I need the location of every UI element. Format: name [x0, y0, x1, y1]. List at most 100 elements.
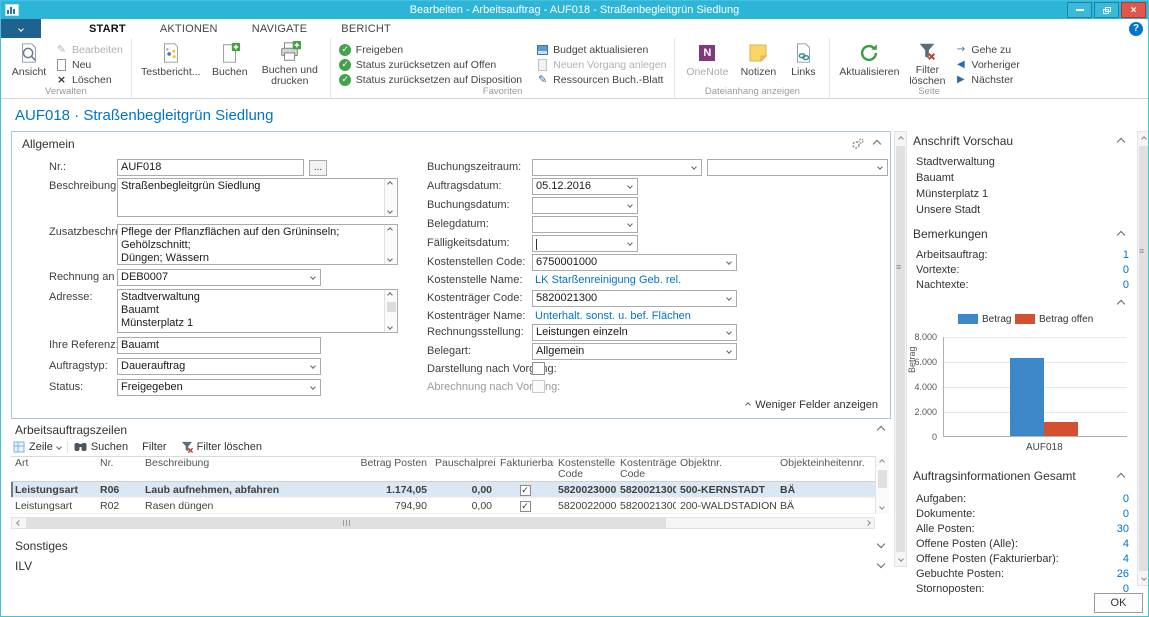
scrollbar-thumb[interactable] [1139, 146, 1148, 571]
factbox-bemerkungen-header[interactable]: Bemerkungen [913, 227, 988, 241]
collapse-auftragsinfo-icon[interactable] [1117, 473, 1125, 481]
fasttab-ilv-header[interactable]: ILV [15, 559, 32, 573]
belegdatum-select[interactable] [532, 216, 638, 233]
scroll-up-button[interactable] [895, 133, 906, 145]
buchungszeitraum-select-2[interactable] [707, 159, 888, 176]
tab-bericht[interactable]: BERICHT [341, 23, 391, 35]
help-icon[interactable]: ? [1129, 22, 1143, 36]
zeile-menu-button[interactable]: Zeile [13, 441, 61, 453]
gehe-zu-button[interactable]: →Gehe zu [954, 43, 1019, 56]
collapse-chart-icon[interactable] [1117, 300, 1125, 308]
adresse-scrollbar[interactable] [384, 290, 397, 332]
nr-assist-button[interactable]: ... [309, 160, 327, 176]
auftragstyp-select[interactable]: Dauerauftrag [117, 358, 321, 375]
col-header-pauschalpreis[interactable]: Pauschalpreis [431, 457, 496, 481]
neuen-vorgang-button[interactable]: Neuen Vorgang anlegen [536, 58, 666, 71]
kostentraeger-name-link[interactable]: Unterhalt. sonst. u. bef. Flächen [535, 310, 691, 322]
bearbeiten-button[interactable]: ✎Bearbeiten [55, 43, 123, 56]
kostenstellen-code-select[interactable]: 6750001000 [532, 254, 737, 271]
scroll-down-button[interactable] [1138, 572, 1149, 584]
tab-start[interactable]: START [89, 23, 126, 35]
auftragsinfo-value[interactable]: 26 [1089, 568, 1129, 580]
table-row[interactable]: Leistungsart R06 Laub aufnehmen, abfahre… [11, 482, 875, 498]
tab-navigate[interactable]: NAVIGATE [252, 23, 308, 35]
links-button[interactable]: Links [785, 40, 821, 86]
main-vertical-scrollbar[interactable]: ≡ [894, 131, 907, 567]
bemerkung-value[interactable]: 1 [1089, 249, 1129, 261]
factbox-auftragsinfo-header[interactable]: Auftragsinformationen Gesamt [913, 469, 1076, 483]
ansicht-button[interactable]: Ansicht [9, 40, 49, 86]
testbericht-button[interactable]: Testbericht... [140, 40, 202, 86]
belegart-select[interactable]: Allgemein [532, 343, 737, 360]
col-header-kostentraeger-code[interactable]: Kostenträger Code [616, 457, 676, 481]
nr-input[interactable]: AUF018 [117, 159, 304, 176]
scroll-right-button[interactable] [861, 518, 874, 528]
auftragsinfo-value[interactable]: 4 [1089, 553, 1129, 565]
status-disposition-button[interactable]: ✓Status zurücksetzen auf Disposition [339, 73, 522, 86]
fasttab-sonstiges-header[interactable]: Sonstiges [15, 539, 68, 553]
collapse-bemerkungen-icon[interactable] [1117, 231, 1125, 239]
col-header-art[interactable]: Art [11, 457, 96, 481]
budget-aktualisieren-button[interactable]: Budget aktualisieren [536, 43, 666, 56]
ok-button[interactable]: OK [1094, 593, 1143, 613]
onenote-button[interactable]: N OneNote [683, 40, 731, 86]
naechster-button[interactable]: ▶Nächster [954, 73, 1019, 86]
grid-vertical-scrollbar[interactable] [875, 456, 889, 514]
vorheriger-button[interactable]: ◀Vorheriger [954, 58, 1019, 71]
aktualisieren-button[interactable]: Aktualisieren [838, 40, 900, 86]
col-header-nr[interactable]: Nr. [96, 457, 141, 481]
zusatzbeschreibung-textarea[interactable]: Pflege der Pflanzflächen auf den Grünins… [117, 224, 398, 265]
minimize-button[interactable] [1067, 2, 1092, 18]
ressourcen-buchblatt-button[interactable]: ✎Ressourcen Buch.-Blatt [536, 73, 666, 86]
show-less-fields-link[interactable]: Weniger Felder anzeigen [746, 399, 878, 411]
rechnung-an-select[interactable]: DEB0007 [117, 269, 321, 286]
collapse-lines-icon[interactable] [877, 426, 885, 434]
scroll-down-button[interactable] [895, 553, 906, 565]
collapse-anschrift-icon[interactable] [1117, 138, 1125, 146]
sidebar-vertical-scrollbar[interactable]: ≡ [1137, 131, 1149, 586]
close-button[interactable]: × [1121, 2, 1146, 18]
filter-loeschen-button[interactable]: Filter löschen [906, 40, 948, 86]
auftragsinfo-value[interactable]: 0 [1089, 508, 1129, 520]
kostentraeger-code-select[interactable]: 5820021300 [532, 290, 737, 307]
auftragsinfo-value[interactable]: 30 [1089, 523, 1129, 535]
kostenstelle-name-link[interactable]: LK Starßenreinigung Geb. rel. [535, 274, 681, 286]
auftragsinfo-value[interactable]: 0 [1089, 493, 1129, 505]
faelligkeitsdatum-select[interactable] [532, 235, 638, 252]
expand-ilv-icon[interactable] [877, 560, 885, 568]
filter-button[interactable]: Filter [142, 441, 166, 453]
scroll-left-button[interactable] [12, 518, 25, 528]
buchen-button[interactable]: Buchen [208, 40, 252, 86]
referenz-input[interactable]: Bauamt [117, 337, 321, 354]
buchungsdatum-select[interactable] [532, 197, 638, 214]
status-select[interactable]: Freigegeben [117, 379, 321, 396]
freigeben-button[interactable]: ✓Freigeben [339, 43, 522, 56]
buchen-und-drucken-button[interactable]: Buchen und drucken [258, 40, 322, 86]
zusatzbeschreibung-scrollbar[interactable] [384, 225, 397, 264]
scrollbar-thumb[interactable] [896, 146, 905, 552]
scroll-up-button[interactable] [1138, 133, 1149, 145]
notizen-button[interactable]: Notizen [737, 40, 779, 86]
loeschen-button[interactable]: ×Löschen [55, 73, 123, 86]
buchungszeitraum-select-1[interactable] [532, 159, 702, 176]
restore-button[interactable] [1094, 2, 1119, 18]
col-header-beschreibung[interactable]: Beschreibung [141, 457, 341, 481]
col-header-betrag-posten[interactable]: Betrag Posten [341, 457, 431, 481]
table-row[interactable]: Leistungsart R02 Rasen düngen 794,90 0,0… [11, 498, 875, 514]
col-header-objektnr[interactable]: Objektnr. [676, 457, 776, 481]
darstellung-checkbox[interactable] [532, 362, 545, 375]
fakturierbar-checkbox[interactable]: ✓ [520, 485, 531, 496]
suchen-button[interactable]: Suchen [74, 441, 128, 453]
scrollbar-thumb[interactable] [26, 518, 666, 528]
neu-button[interactable]: Neu [55, 58, 123, 71]
collapse-allgemein-icon[interactable] [873, 140, 881, 148]
fasttab-allgemein-header[interactable]: Allgemein [22, 137, 75, 151]
adresse-textarea[interactable]: Stadtverwaltung Bauamt Münsterplatz 1 [117, 289, 398, 333]
col-header-kostenstellen-code[interactable]: Kostenstellen Code [554, 457, 616, 481]
app-menu-button[interactable] [1, 19, 41, 38]
expand-sonstiges-icon[interactable] [877, 540, 885, 548]
col-header-fakturierbar[interactable]: Fakturierbar [496, 457, 554, 481]
grid-horizontal-scrollbar[interactable] [11, 517, 875, 529]
fasttab-arbeitsauftragszeilen-header[interactable]: Arbeitsauftragszeilen [15, 423, 127, 437]
gear-icon[interactable] [850, 138, 864, 156]
